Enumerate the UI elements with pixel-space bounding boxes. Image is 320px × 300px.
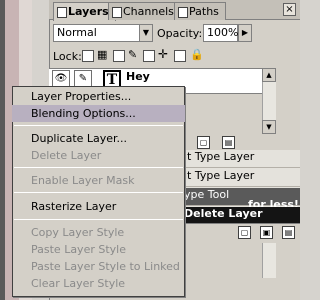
lock-move-checkbox[interactable]: [143, 50, 155, 62]
tab-layers-icon: [57, 7, 67, 18]
menu-item-paste-layer-style-to-linked[interactable]: Paste Layer Style to Linked: [12, 258, 185, 275]
menu-separator: [14, 167, 183, 168]
new-layer-button[interactable]: ▢: [238, 226, 251, 239]
tab-paths-icon: [178, 7, 188, 18]
opacity-arrow-icon[interactable]: ▶: [238, 24, 252, 42]
menu-item-rasterize-layer[interactable]: Rasterize Layer: [12, 198, 185, 215]
layer-name: Hey: [126, 70, 150, 83]
menu-item-enable-layer-mask[interactable]: Enable Layer Mask: [12, 172, 185, 189]
menu-item-delete-layer[interactable]: Delete Layer: [12, 147, 185, 164]
menu-separator: [14, 125, 183, 126]
tab-layers-label: Layers: [68, 5, 109, 18]
menu-separator: [14, 192, 183, 193]
tab-paths-label: Paths: [189, 5, 219, 18]
trash-icon: ▤: [222, 136, 235, 149]
tab-paths[interactable]: Paths: [174, 2, 226, 20]
tab-layers[interactable]: Layers: [53, 2, 116, 21]
dropdown-arrow-icon[interactable]: ▼: [139, 24, 153, 42]
lock-transparency-icon: ▦: [97, 48, 108, 61]
lock-transparency-checkbox[interactable]: [82, 50, 94, 62]
opacity-field[interactable]: 100%: [203, 24, 238, 42]
menu-item-paste-layer-style[interactable]: Paste Layer Style: [12, 241, 185, 258]
create-set-button[interactable]: ▣: [260, 226, 273, 239]
menu-item-layer-properties[interactable]: Layer Properties...: [12, 88, 185, 105]
delete-layer-button[interactable]: ▤: [282, 226, 295, 239]
lock-all-checkbox[interactable]: [174, 50, 186, 62]
menu-item-copy-layer-style[interactable]: Copy Layer Style: [12, 224, 185, 241]
list-item: it Type Layer: [180, 150, 300, 168]
lock-all-icon: 🔒: [190, 48, 204, 61]
lock-paint-icon: ✎: [128, 48, 138, 61]
lock-paint-checkbox[interactable]: [113, 50, 125, 62]
lock-label: Lock:: [53, 50, 82, 63]
tab-channels-label: Channels: [123, 5, 174, 18]
tab-channels[interactable]: Channels: [108, 2, 181, 20]
list-item: it Type Layer: [180, 169, 300, 187]
scroll-up-icon[interactable]: ▲: [262, 68, 276, 82]
new-layer-icon: ▢: [197, 136, 210, 149]
scroll-down-icon[interactable]: ▼: [262, 120, 276, 134]
menu-item-blending-options[interactable]: Blending Options...: [12, 105, 185, 122]
blend-mode-select[interactable]: Normal: [53, 24, 139, 42]
menu-item-clear-layer-style[interactable]: Clear Layer Style: [12, 275, 185, 292]
menu-separator: [14, 219, 183, 220]
palette-close-button[interactable]: ×: [283, 3, 296, 16]
tab-channels-icon: [112, 7, 122, 18]
opacity-label: Opacity:: [157, 27, 203, 40]
lock-move-icon: ✛: [158, 47, 169, 61]
menu-item-duplicate-layer[interactable]: Duplicate Layer...: [12, 130, 185, 147]
